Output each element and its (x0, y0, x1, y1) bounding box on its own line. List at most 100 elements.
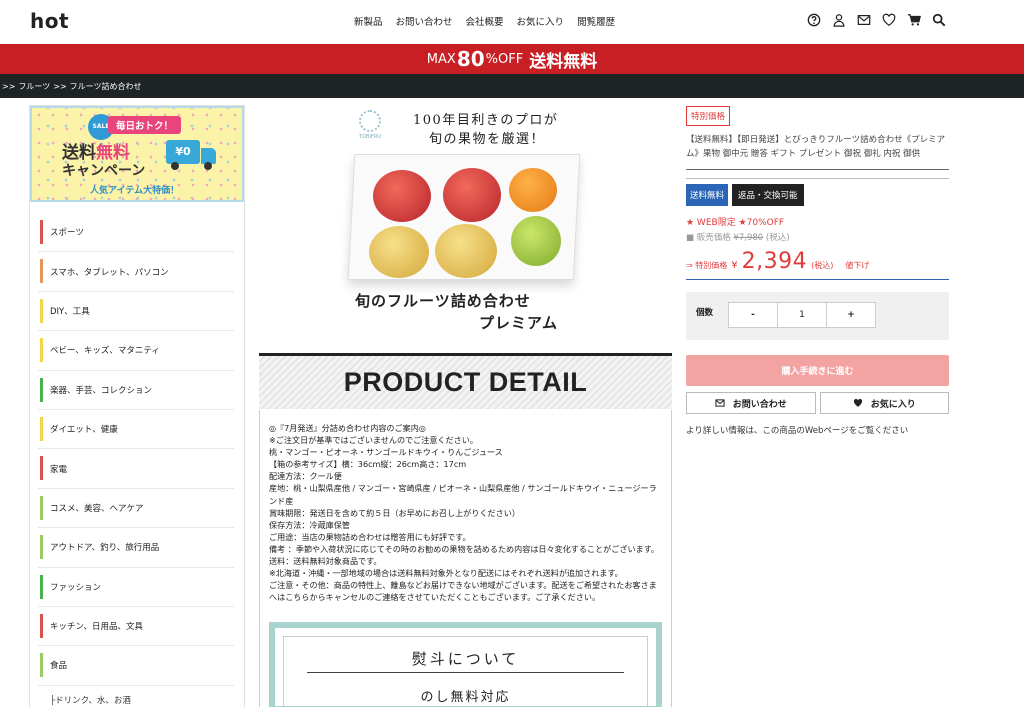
category-color-bar (40, 574, 43, 599)
promo-percent: 80 (456, 47, 485, 71)
user-icon[interactable] (832, 13, 846, 27)
mail-icon (715, 399, 725, 407)
brand-logo: TOBIFRU (355, 110, 385, 146)
category-label: DIY、工具 (50, 306, 90, 317)
breadcrumb-arrow: >> (53, 81, 67, 91)
product-main-image[interactable]: TOBIFRU 100年目利きのプロが 旬の果物を厳選！ 旬のフルーツ詰め合わせ… (345, 104, 585, 340)
category-color-bar (40, 220, 43, 244)
site-header: hot 新製品 お問い合わせ 会社概要 お気に入り 閲覧履歴 (0, 0, 1024, 44)
secondary-actions: お問い合わせ お気に入り (686, 392, 949, 414)
category-label: スマホ、タブレット、パソコン (50, 267, 169, 278)
category-color-bar (40, 535, 43, 560)
sidebar-category-item[interactable]: 楽器、手芸、コレクション (38, 371, 234, 410)
promo-max: MAX (426, 51, 456, 67)
sidebar-category-item[interactable]: スポーツ (38, 213, 234, 253)
category-color-bar (40, 653, 43, 678)
sidebar-category-item[interactable]: ベビー、キッズ、マタニティ (38, 331, 234, 371)
nav-favorites[interactable]: お気に入り (517, 14, 565, 28)
special-price-badge: 特別価格 (686, 106, 731, 126)
sidebar-category-item[interactable]: ファッション (38, 568, 234, 607)
description-line: ご用途：当店の果物詰め合わせは贈答用にも好評です。 (269, 531, 471, 542)
main-nav: 新製品 お問い合わせ 会社概要 お気に入り 閲覧履歴 (354, 14, 615, 28)
description-line: 配達方法：クール便 (269, 471, 342, 482)
image-product-title-1: 旬のフルーツ詰め合わせ (355, 292, 531, 310)
cart-icon[interactable] (907, 13, 921, 27)
breadcrumb: >> フルーツ >> フルーツ詰め合わせ (0, 74, 1024, 98)
special-price-label: ⇒ 特別価格 (686, 261, 728, 270)
more-info-text: より詳しい情報は、この商品のWebページをご覧ください (686, 426, 909, 436)
nav-history[interactable]: 閲覧履歴 (577, 14, 615, 28)
description-line: 産地：桃・山梨県産他 / マンゴー・宮崎県産 / ピオーネ・山梨県産他 / サン… (269, 483, 657, 506)
sidebar-category-item[interactable]: 食品 (38, 646, 234, 686)
category-label: ベビー、キッズ、マタニティ (50, 346, 160, 357)
header-icons (807, 13, 946, 27)
contact-button[interactable]: お問い合わせ (686, 392, 816, 414)
product-title: 【送料無料】【即日発送】とびっきりフルーツ詰め合わせ《プレミアム》果物 御中元 … (686, 135, 946, 159)
description-line: 備考 ：季節や入荷状況に応じてその時のお勧めの果物を詰めるため内容は日々変化する… (269, 543, 660, 554)
add-favorite-button[interactable]: お気に入り (819, 392, 949, 414)
purchase-panel: 特別価格 【送料無料】【即日発送】とびっきりフルーツ詰め合わせ《プレミアム》果物… (686, 104, 949, 436)
description-line: ご注意・その他：商品の特性上、離島などお届けできない地域がございます。配送をご希… (269, 580, 657, 603)
category-color-bar (40, 456, 43, 481)
banner-line3: 人気アイテム大特価！ (90, 186, 180, 196)
free-shipping-campaign-banner[interactable]: SALE 毎日おトク！ 送料無料 キャンペーン ¥0 人気アイテム大特価！ (30, 106, 244, 202)
product-detail-heading: PRODUCT DETAIL (259, 353, 672, 409)
quantity-plus-button[interactable]: + (827, 303, 875, 327)
heart-icon (853, 398, 862, 407)
description-line: 賞味期限：発送日を含めて約５日（お早めにお召し上がりください） (269, 507, 520, 518)
banner-tag: 毎日おトク！ (108, 116, 182, 134)
truck-icon: ¥0 (166, 140, 216, 170)
category-label: ダイエット、健康 (50, 425, 118, 436)
mail-icon[interactable] (857, 13, 871, 27)
description-line: ※北海道・沖縄・一部地域の場合は送料無料対象外となり配送にはそれぞれ送料が追加さ… (269, 568, 623, 579)
product-badges: 送料無料 返品・交換可能 (686, 184, 949, 206)
category-list: スポーツスマホ、タブレット、パソコン DIY、工具ベビー、キッズ、マタニティ 楽器、… (38, 213, 234, 706)
image-tagline-1: 100年目利きのプロが (413, 113, 559, 128)
quantity-label: 個数 (696, 308, 714, 318)
nav-contact[interactable]: お問い合わせ (396, 14, 453, 28)
nav-company[interactable]: 会社概要 (466, 14, 504, 28)
breadcrumb-assortment[interactable]: フルーツ詰め合わせ (70, 81, 142, 92)
regular-price: ■ 販売価格 ¥7,980 (税込) (686, 233, 790, 243)
sidebar-category-item[interactable]: キッチン、日用品、文具 (38, 607, 234, 647)
sidebar-category-item[interactable]: スマホ、タブレット、パソコン (38, 252, 234, 292)
category-sidebar: SALE 毎日おトク！ 送料無料 キャンペーン ¥0 人気アイテム大特価！ スポ… (29, 105, 245, 707)
description-line: 送料：送料無料対象商品です。 (269, 556, 382, 567)
site-logo[interactable]: hot (30, 9, 69, 33)
heart-icon[interactable] (882, 13, 896, 27)
category-label: アウトドア、釣り、旅行用品 (50, 543, 160, 554)
sidebar-category-item[interactable]: アウトドア、釣り、旅行用品 (38, 528, 234, 568)
nav-new-products[interactable]: 新製品 (354, 14, 383, 28)
search-icon[interactable] (932, 13, 946, 27)
sidebar-category-item[interactable]: DIY、工具 (38, 292, 234, 332)
breadcrumb-fruits[interactable]: フルーツ (18, 81, 50, 92)
noshi-info-box: 熨斗について のし無料対応 (269, 622, 662, 707)
noshi-subtitle: のし無料対応 (420, 690, 511, 705)
sidebar-category-item[interactable]: ダイエット、健康 (38, 410, 234, 450)
sidebar-category-item[interactable]: コスメ、美容、ヘアケア (38, 489, 234, 529)
category-label: 楽器、手芸、コレクション (50, 385, 153, 396)
noshi-title: 熨斗について (411, 650, 520, 668)
category-label: スポーツ (50, 228, 84, 239)
description-line: 保存方法：冷蔵庫保管 (269, 519, 350, 530)
free-shipping-badge: 送料無料 (686, 184, 729, 206)
promo-banner[interactable]: MAX 80 %OFF 送料無料 (0, 44, 1024, 74)
quantity-input[interactable]: 1 (777, 303, 827, 327)
category-color-bar (40, 298, 43, 323)
category-color-bar (40, 338, 43, 363)
checkout-button[interactable]: 購入手続きに進む (686, 355, 949, 386)
category-label: キッチン、日用品、文具 (50, 622, 143, 633)
sidebar-category-item[interactable]: 家電 (38, 449, 234, 489)
web-limited-text: ★ WEB限定 ★70%OFF (686, 218, 785, 228)
quantity-section: 個数 - 1 + (686, 292, 949, 340)
promo-off: %OFF (485, 51, 524, 67)
category-label: 食品 (50, 661, 68, 672)
category-color-bar (40, 259, 43, 284)
category-color-bar (40, 495, 43, 520)
category-color-bar (40, 416, 43, 441)
help-icon[interactable] (807, 13, 821, 27)
image-product-title-2: プレミアム (479, 314, 558, 332)
category-color-bar (40, 613, 43, 638)
quantity-minus-button[interactable]: - (729, 303, 777, 327)
sidebar-subcategory-item[interactable]: ├ドリンク、水、お酒 (38, 686, 234, 706)
